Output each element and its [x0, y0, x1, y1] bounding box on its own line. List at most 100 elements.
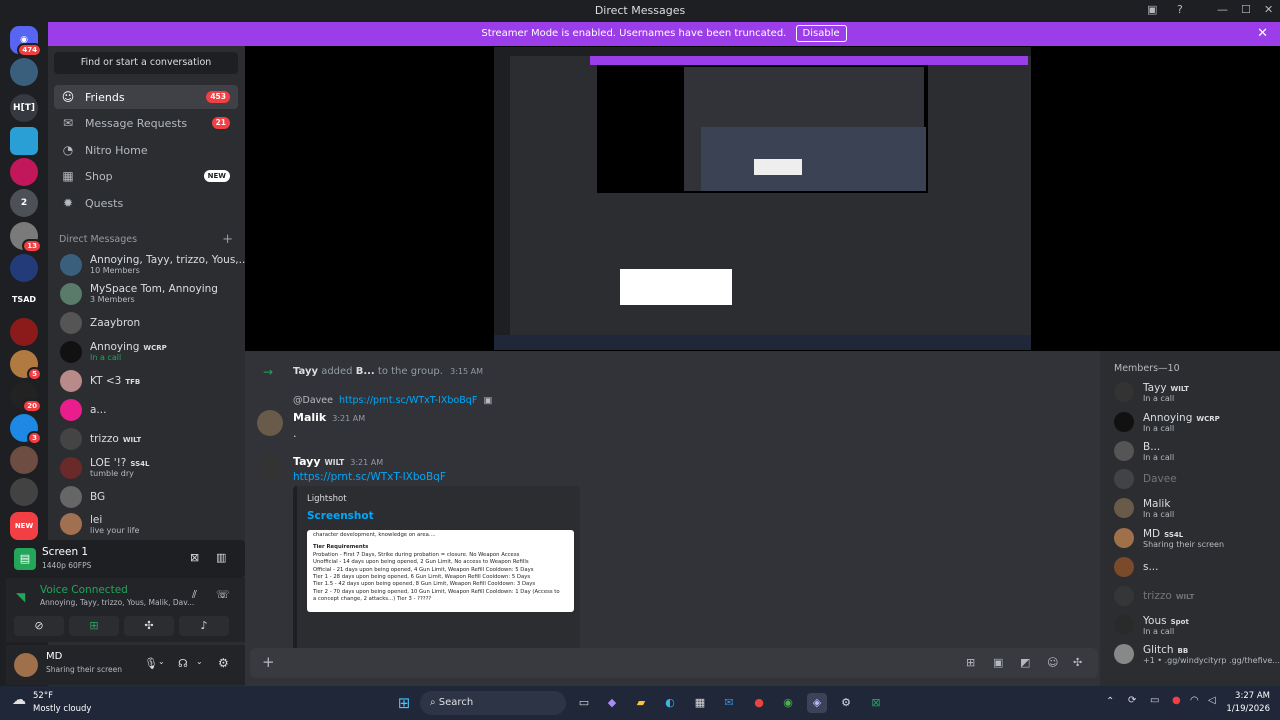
- add-dm-icon[interactable]: +: [222, 232, 233, 247]
- noise-suppression-icon[interactable]: ⫽: [192, 588, 197, 602]
- start-button[interactable]: ⊞: [394, 693, 414, 713]
- dm-item[interactable]: MySpace Tom, Annoying 3 Members: [54, 279, 238, 308]
- disable-streamer-button[interactable]: Disable: [795, 25, 847, 42]
- dm-item[interactable]: trizzo WILT: [54, 424, 238, 453]
- app-icon[interactable]: ●: [749, 693, 769, 713]
- maximize-button[interactable]: ☐: [1241, 3, 1251, 16]
- microphone-icon[interactable]: 🎙︎: [144, 657, 158, 670]
- steam-icon[interactable]: ⚙: [836, 693, 856, 713]
- taskbar-search[interactable]: ⌕ Search: [420, 691, 566, 715]
- find-conversation-input[interactable]: Find or start a conversation: [54, 52, 238, 74]
- member-item[interactable]: trizzo WILT: [1114, 583, 1194, 609]
- clock-time[interactable]: 3:27 AM: [1226, 691, 1270, 701]
- server-icon[interactable]: [10, 478, 38, 506]
- mic-in-use-icon[interactable]: ●: [1172, 695, 1181, 706]
- inbox-icon[interactable]: ▣: [1147, 3, 1157, 16]
- popout-icon[interactable]: ▥: [216, 551, 226, 564]
- nav-message-requests[interactable]: ✉ Message Requests 21: [54, 111, 238, 135]
- member-item[interactable]: Yous Spot In a call: [1114, 612, 1189, 638]
- add-attachment-icon[interactable]: +: [262, 653, 275, 671]
- server-icon[interactable]: [10, 58, 38, 86]
- chevron-up-icon[interactable]: ⌃: [1106, 696, 1114, 707]
- dm-item[interactable]: lei live your life: [54, 511, 238, 537]
- gear-icon[interactable]: ⚙: [218, 656, 229, 670]
- server-icon[interactable]: 13: [10, 222, 42, 253]
- dm-item[interactable]: LOE '!? SS4L tumble dry: [54, 453, 238, 482]
- weather-icon[interactable]: ☁: [12, 692, 26, 708]
- member-item[interactable]: s...: [1114, 554, 1158, 580]
- server-icon[interactable]: [10, 254, 38, 282]
- member-item[interactable]: Annoying WCRP In a call: [1114, 409, 1220, 435]
- volume-icon[interactable]: ◁: [1208, 695, 1216, 706]
- excel-icon[interactable]: ⊠: [866, 693, 886, 713]
- member-item[interactable]: Malik In a call: [1114, 495, 1174, 521]
- system-target[interactable]: B...: [356, 366, 375, 377]
- system-actor[interactable]: Tayy: [293, 366, 318, 377]
- server-icon[interactable]: 3: [10, 414, 42, 445]
- server-icon[interactable]: [10, 446, 38, 474]
- apps-icon[interactable]: ✣: [1073, 656, 1082, 669]
- close-button[interactable]: ✕: [1264, 3, 1273, 16]
- wifi-icon[interactable]: ◠: [1190, 695, 1199, 706]
- help-icon[interactable]: ?: [1177, 3, 1183, 16]
- server-icon[interactable]: 20: [10, 382, 42, 413]
- embed-title[interactable]: Screenshot: [307, 510, 374, 522]
- message-author[interactable]: Tayy WILT 3:21 AM: [293, 455, 383, 468]
- chevron-down-icon[interactable]: ⌄: [158, 657, 165, 666]
- nav-friends[interactable]: ☺ Friends 453: [54, 85, 238, 109]
- soundboard-button[interactable]: ♪: [179, 616, 229, 636]
- dm-item[interactable]: a...: [54, 395, 238, 424]
- message-composer[interactable]: + ⊞ ▣ ◩ ☺ ✣: [250, 648, 1098, 678]
- sync-icon[interactable]: ⟳: [1128, 695, 1136, 706]
- server-icon[interactable]: TSAD: [10, 286, 38, 314]
- member-item[interactable]: MD SS4L Sharing their screen: [1114, 525, 1224, 551]
- nav-quests[interactable]: ✹ Quests: [54, 191, 238, 215]
- task-view-icon[interactable]: ▭: [574, 693, 594, 713]
- dm-item[interactable]: BG: [54, 482, 238, 511]
- message-author[interactable]: Malik 3:21 AM: [293, 411, 365, 424]
- clock-date[interactable]: 1/19/2026: [1222, 704, 1270, 714]
- server-folder[interactable]: 2: [10, 189, 38, 217]
- server-icon[interactable]: H[T]: [10, 94, 38, 122]
- home-button[interactable]: ◉ 474: [10, 26, 42, 57]
- weather-temp[interactable]: 52°F: [33, 691, 53, 701]
- display-icon[interactable]: ▭: [1150, 695, 1159, 706]
- dm-item[interactable]: Zaaybron: [54, 308, 238, 337]
- member-item[interactable]: Davee: [1114, 466, 1177, 492]
- copilot-icon[interactable]: ◆: [602, 693, 622, 713]
- activities-button[interactable]: ✣: [124, 616, 174, 636]
- server-icon[interactable]: [10, 318, 38, 346]
- message-link[interactable]: https://prnt.sc/WTxT-IXboBqF: [293, 471, 446, 483]
- voice-status[interactable]: Voice Connected: [40, 584, 128, 596]
- share-screen-button[interactable]: ⊞: [69, 616, 119, 636]
- signal-icon[interactable]: ◥: [16, 590, 25, 604]
- gift-icon[interactable]: ⊞: [966, 656, 975, 669]
- discord-icon[interactable]: ◈: [807, 693, 827, 713]
- reply-preview[interactable]: @Davee https://prnt.sc/WTxT-IXboBqF ▣: [293, 395, 492, 406]
- embed-image[interactable]: character development, knowledge on area…: [307, 530, 574, 612]
- camera-button[interactable]: ⊘: [14, 616, 64, 636]
- headphones-icon[interactable]: ☊: [178, 657, 188, 670]
- avatar[interactable]: [257, 455, 283, 481]
- disconnect-icon[interactable]: ☏: [216, 588, 230, 601]
- member-item[interactable]: B... In a call: [1114, 438, 1174, 464]
- new-server-pill[interactable]: NEW: [10, 512, 38, 540]
- sticker-icon[interactable]: ◩: [1020, 656, 1030, 669]
- chevron-down-icon[interactable]: ⌄: [196, 657, 203, 666]
- server-icon[interactable]: [10, 158, 38, 186]
- nav-shop[interactable]: ▦ Shop NEW: [54, 164, 238, 188]
- outlook-icon[interactable]: ✉: [719, 693, 739, 713]
- server-icon[interactable]: [10, 127, 38, 155]
- emoji-icon[interactable]: ☺: [1047, 656, 1058, 669]
- member-item[interactable]: Glitch BB +1 • .gg/windycityrp .gg/thefive…: [1114, 641, 1280, 667]
- nav-nitro-home[interactable]: ◔ Nitro Home: [54, 138, 238, 162]
- chrome-icon[interactable]: ◉: [778, 693, 798, 713]
- edge-icon[interactable]: ◐: [660, 693, 680, 713]
- file-explorer-icon[interactable]: ▰: [631, 693, 651, 713]
- store-icon[interactable]: ▦: [690, 693, 710, 713]
- server-icon[interactable]: 5: [10, 350, 42, 381]
- reply-link[interactable]: https://prnt.sc/WTxT-IXboBqF: [339, 395, 477, 406]
- dm-item[interactable]: Annoying WCRP In a call: [54, 337, 238, 366]
- stream-viewer[interactable]: [245, 46, 1280, 351]
- member-item[interactable]: Tayy WILT In a call: [1114, 379, 1189, 405]
